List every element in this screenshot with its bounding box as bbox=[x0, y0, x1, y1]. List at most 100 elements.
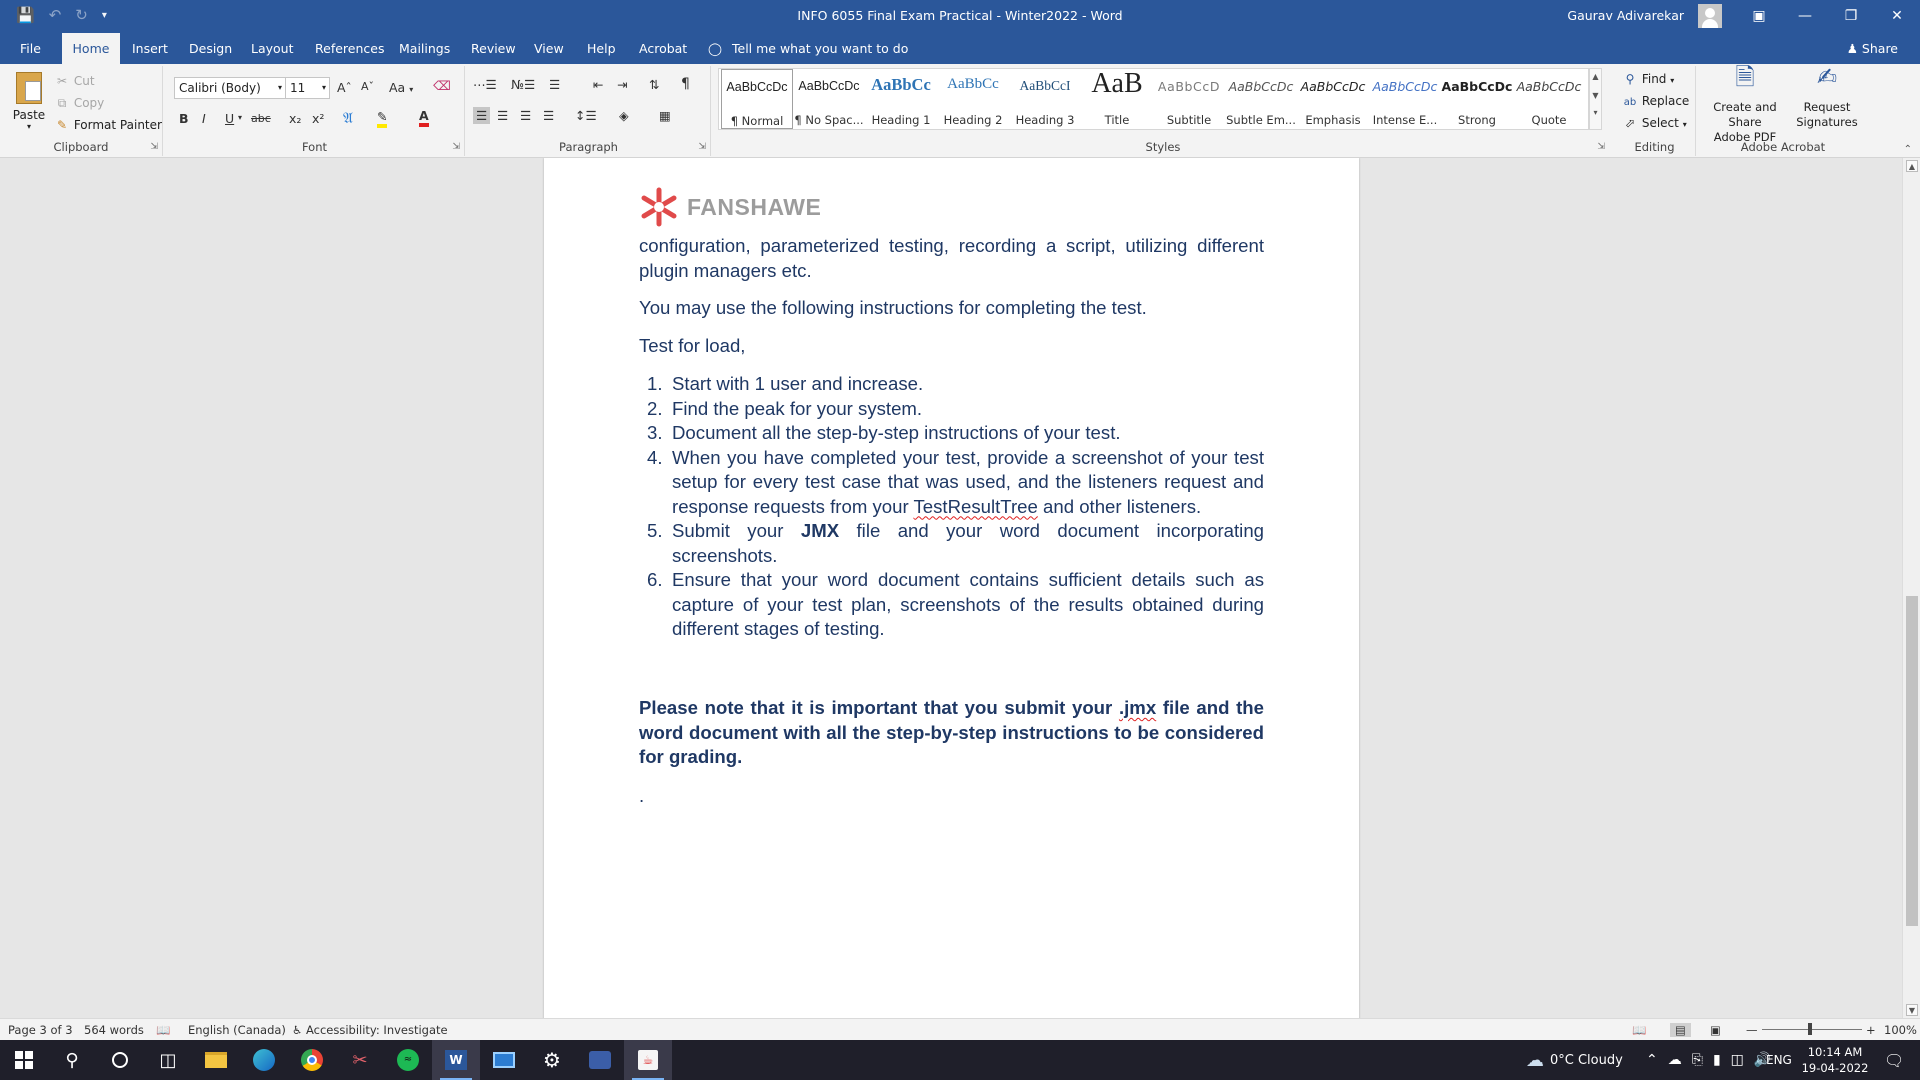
chevron-up-icon[interactable]: ▲ bbox=[1590, 72, 1601, 81]
shading-icon[interactable]: ◈ bbox=[619, 108, 629, 123]
copy-button[interactable]: ⧉ Copy bbox=[54, 96, 105, 111]
tab-mailings[interactable]: Mailings bbox=[391, 33, 458, 64]
cut-button[interactable]: ✂ Cut bbox=[54, 74, 95, 88]
spotify-icon[interactable]: ≈ bbox=[384, 1040, 432, 1080]
borders-icon[interactable]: ▦ bbox=[659, 108, 671, 123]
align-center-icon[interactable]: ☰ bbox=[497, 108, 508, 123]
strikethrough-button[interactable]: abc bbox=[251, 112, 271, 125]
proofing-icon[interactable]: 📖 bbox=[156, 1023, 170, 1037]
language-indicator[interactable]: ENG bbox=[1766, 1040, 1792, 1080]
align-right-icon[interactable]: ☰ bbox=[520, 108, 531, 123]
tab-view[interactable]: View bbox=[526, 33, 572, 64]
weather-widget[interactable]: ☁ 0°C Cloudy bbox=[1526, 1040, 1623, 1080]
subscript-button[interactable]: x₂ bbox=[289, 111, 301, 126]
font-size-select[interactable]: 11 ▾ bbox=[285, 77, 330, 99]
language[interactable]: English (Canada) bbox=[188, 1023, 286, 1037]
style-strong[interactable]: AaBbCcDc Strong bbox=[1441, 69, 1513, 129]
scroll-up-icon[interactable]: ▲ bbox=[1906, 160, 1918, 172]
create-share-pdf-button[interactable]: 🗎 Create and Share Adobe PDF bbox=[1702, 65, 1788, 145]
superscript-button[interactable]: x² bbox=[312, 111, 324, 126]
tab-layout[interactable]: Layout bbox=[243, 33, 302, 64]
scroll-down-icon[interactable]: ▼ bbox=[1906, 1004, 1918, 1016]
bullets-icon[interactable]: ⋯☰ bbox=[473, 77, 497, 92]
onedrive-icon[interactable]: ☁ bbox=[1668, 1052, 1682, 1068]
web-layout-icon[interactable]: ▣ bbox=[1710, 1023, 1721, 1037]
clock[interactable]: 10:14 AM 19-04-2022 bbox=[1800, 1044, 1870, 1076]
style-subtitle[interactable]: AaBbCcD Subtitle bbox=[1153, 69, 1225, 129]
close-icon[interactable]: ✕ bbox=[1874, 0, 1920, 33]
zoom-level[interactable]: 100% bbox=[1884, 1023, 1917, 1037]
underline-button[interactable]: U bbox=[225, 111, 234, 126]
replace-button[interactable]: ab Replace bbox=[1622, 94, 1690, 108]
collapse-ribbon-icon[interactable]: ⌃ bbox=[1904, 144, 1912, 155]
font-name-select[interactable]: Calibri (Body) ▾ bbox=[174, 77, 286, 99]
chevron-up-icon[interactable]: ⌃ bbox=[1646, 1052, 1658, 1068]
zoom-in-icon[interactable]: + bbox=[1866, 1023, 1876, 1037]
page-count[interactable]: Page 3 of 3 bbox=[8, 1023, 73, 1037]
zoom-slider[interactable] bbox=[1762, 1023, 1862, 1035]
tab-review[interactable]: Review bbox=[463, 33, 524, 64]
style-no-spacing[interactable]: AaBbCcDc ¶ No Spac... bbox=[793, 69, 865, 129]
chevron-down-icon[interactable]: ▼ bbox=[1590, 91, 1601, 100]
tab-acrobat[interactable]: Acrobat bbox=[631, 33, 695, 64]
multilevel-list-icon[interactable]: ☰ bbox=[549, 77, 560, 92]
settings-gear-icon[interactable]: ⚙ bbox=[528, 1040, 576, 1080]
paste-button[interactable]: Paste ▾ bbox=[10, 72, 48, 136]
more-styles-icon[interactable]: ▾ bbox=[1590, 108, 1601, 117]
scroll-thumb[interactable] bbox=[1906, 596, 1918, 926]
cortana-icon[interactable] bbox=[96, 1040, 144, 1080]
vpn-icon[interactable] bbox=[576, 1040, 624, 1080]
decrease-indent-icon[interactable]: ⇤ bbox=[593, 77, 603, 92]
minimize-icon[interactable]: — bbox=[1782, 0, 1828, 33]
remote-desktop-icon[interactable] bbox=[480, 1040, 528, 1080]
style-quote[interactable]: AaBbCcDc Quote bbox=[1513, 69, 1585, 129]
highlight-icon[interactable]: ✎ bbox=[377, 109, 388, 128]
style-subtle-emphasis[interactable]: AaBbCcDc Subtle Em... bbox=[1225, 69, 1297, 129]
paragraph-launcher-icon[interactable]: ⇲ bbox=[698, 142, 706, 152]
increase-indent-icon[interactable]: ⇥ bbox=[617, 77, 627, 92]
tell-me-box[interactable]: ◯ Tell me what you want to do bbox=[708, 33, 908, 64]
font-launcher-icon[interactable]: ⇲ bbox=[452, 142, 460, 152]
style-heading-2[interactable]: AaBbCc Heading 2 bbox=[937, 69, 1009, 129]
print-layout-icon[interactable]: ▤ bbox=[1670, 1023, 1691, 1037]
numbering-icon[interactable]: №☰ bbox=[511, 77, 535, 92]
restore-icon[interactable]: ❐ bbox=[1828, 0, 1874, 33]
justify-icon[interactable]: ☰ bbox=[543, 108, 554, 123]
tab-design[interactable]: Design bbox=[181, 33, 240, 64]
notification-icon[interactable]: 🗨 bbox=[1884, 1040, 1904, 1080]
style-intense-emphasis[interactable]: AaBbCcDc Intense E... bbox=[1369, 69, 1441, 129]
shrink-font-button[interactable]: Aˇ bbox=[361, 80, 374, 93]
task-view-icon[interactable]: ◫ bbox=[144, 1040, 192, 1080]
request-signatures-button[interactable]: ✍ Request Signatures bbox=[1794, 65, 1860, 130]
tab-file[interactable]: File bbox=[12, 33, 49, 64]
chevron-down-icon[interactable]: ▾ bbox=[238, 113, 242, 122]
share-button[interactable]: ♟ Share bbox=[1847, 33, 1898, 64]
italic-button[interactable]: I bbox=[202, 111, 206, 126]
chrome-icon[interactable] bbox=[288, 1040, 336, 1080]
change-case-button[interactable]: Aa ▾ bbox=[389, 80, 413, 95]
edge-icon[interactable] bbox=[240, 1040, 288, 1080]
style-heading-3[interactable]: AaBbCcI Heading 3 bbox=[1009, 69, 1081, 129]
word-taskbar-icon[interactable]: W bbox=[432, 1040, 480, 1080]
style-heading-1[interactable]: AaBbCc Heading 1 bbox=[865, 69, 937, 129]
accessibility-status[interactable]: ♿ Accessibility: Investigate bbox=[292, 1023, 448, 1037]
windows-start-icon[interactable] bbox=[0, 1040, 48, 1080]
vertical-scrollbar[interactable]: ▲ ▼ bbox=[1902, 158, 1920, 1018]
style-emphasis[interactable]: AaBbCcDc Emphasis bbox=[1297, 69, 1369, 129]
read-mode-icon[interactable]: 📖 bbox=[1632, 1023, 1646, 1037]
select-button[interactable]: ⬀ Select ▾ bbox=[1622, 116, 1687, 130]
format-painter-button[interactable]: ✎ Format Painter bbox=[54, 118, 162, 132]
find-button[interactable]: ⚲ Find ▾ bbox=[1622, 72, 1675, 86]
styles-launcher-icon[interactable]: ⇲ bbox=[1597, 142, 1605, 152]
search-icon[interactable]: ⚲ bbox=[48, 1040, 96, 1080]
grow-font-button[interactable]: Aˆ bbox=[337, 80, 352, 95]
sort-icon[interactable]: ⇅ bbox=[649, 77, 659, 92]
clear-formatting-icon[interactable]: ⌫ bbox=[433, 78, 451, 93]
network-icon[interactable]: ◫ bbox=[1731, 1052, 1744, 1068]
font-color-icon[interactable]: A bbox=[419, 108, 429, 127]
battery-icon[interactable]: ▮ bbox=[1713, 1052, 1721, 1068]
zoom-slider-thumb[interactable] bbox=[1808, 1023, 1812, 1035]
ribbon-display-icon[interactable]: ▣ bbox=[1736, 0, 1782, 33]
line-spacing-icon[interactable]: ↕☰ bbox=[575, 108, 597, 123]
tab-home[interactable]: Home bbox=[62, 33, 120, 64]
